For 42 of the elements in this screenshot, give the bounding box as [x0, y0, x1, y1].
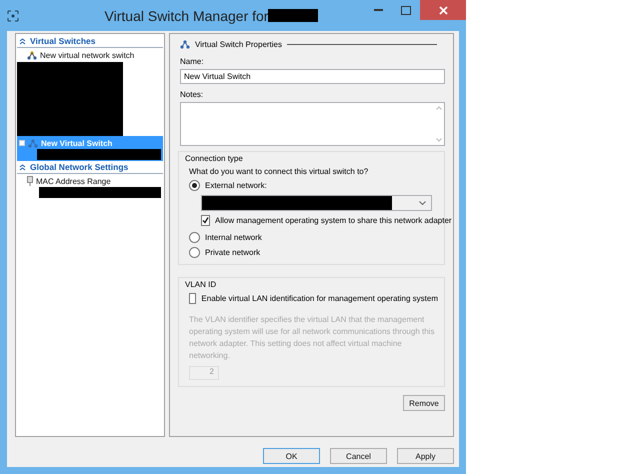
close-button[interactable] — [420, 0, 466, 20]
radio-label: External network: — [205, 181, 267, 190]
checkbox[interactable] — [201, 215, 210, 226]
tree-item[interactable]: MAC Address Range — [17, 174, 163, 199]
question-text: What do you want to connect this virtual switch to? — [189, 167, 368, 176]
radio-button[interactable] — [189, 180, 200, 191]
network-nodes-icon — [28, 138, 38, 148]
group-title: Connection type — [185, 154, 244, 163]
remove-button[interactable]: Remove — [403, 395, 445, 411]
radio-label: Private network — [205, 248, 260, 257]
checkbox[interactable] — [189, 293, 196, 304]
radio-button[interactable] — [189, 247, 200, 258]
section-title: Virtual Switch Properties — [195, 40, 282, 49]
network-nodes-icon — [180, 40, 190, 49]
vlan-description: The VLAN identifier specifies the virtual LAN that the management operating system will use for all network communications through this network adapter. This setting does not affect virtual machine networking. — [189, 314, 436, 362]
redacted-block — [268, 9, 318, 22]
field-label: Notes: — [180, 90, 204, 99]
minimize-icon — [374, 9, 382, 11]
collapse-icon[interactable] — [19, 164, 26, 170]
collapse-icon[interactable] — [19, 38, 26, 44]
name-field[interactable]: New Virtual Switch — [180, 69, 445, 84]
app-icon — [7, 10, 19, 22]
dialog-button[interactable]: Cancel — [330, 448, 387, 464]
window-title: Virtual Switch Manager for — [104, 8, 268, 24]
adapter-dropdown[interactable] — [201, 195, 432, 211]
field-label: Name: — [180, 57, 205, 66]
section-header[interactable]: Virtual Switches — [17, 35, 163, 48]
group-title: VLAN ID — [185, 280, 218, 289]
radio-label: Internal network — [205, 233, 262, 242]
check-icon — [202, 217, 209, 224]
dialog-button[interactable]: OK — [263, 448, 320, 464]
adapter-icon — [27, 176, 33, 186]
checkbox-label: Allow management operating system to share this network adapter — [215, 216, 452, 225]
section-header[interactable]: Global Network Settings — [17, 161, 163, 174]
dialog-button[interactable]: Apply — [397, 448, 454, 464]
dropdown-caret-icon — [419, 201, 426, 205]
close-icon — [438, 6, 448, 14]
radio-button[interactable] — [189, 232, 200, 243]
maximize-icon — [401, 6, 411, 14]
tree-item[interactable]: New virtual network switch — [17, 48, 163, 62]
checkbox-label: Enable virtual LAN identification for management operating system — [201, 294, 438, 303]
network-nodes-icon — [27, 50, 37, 60]
